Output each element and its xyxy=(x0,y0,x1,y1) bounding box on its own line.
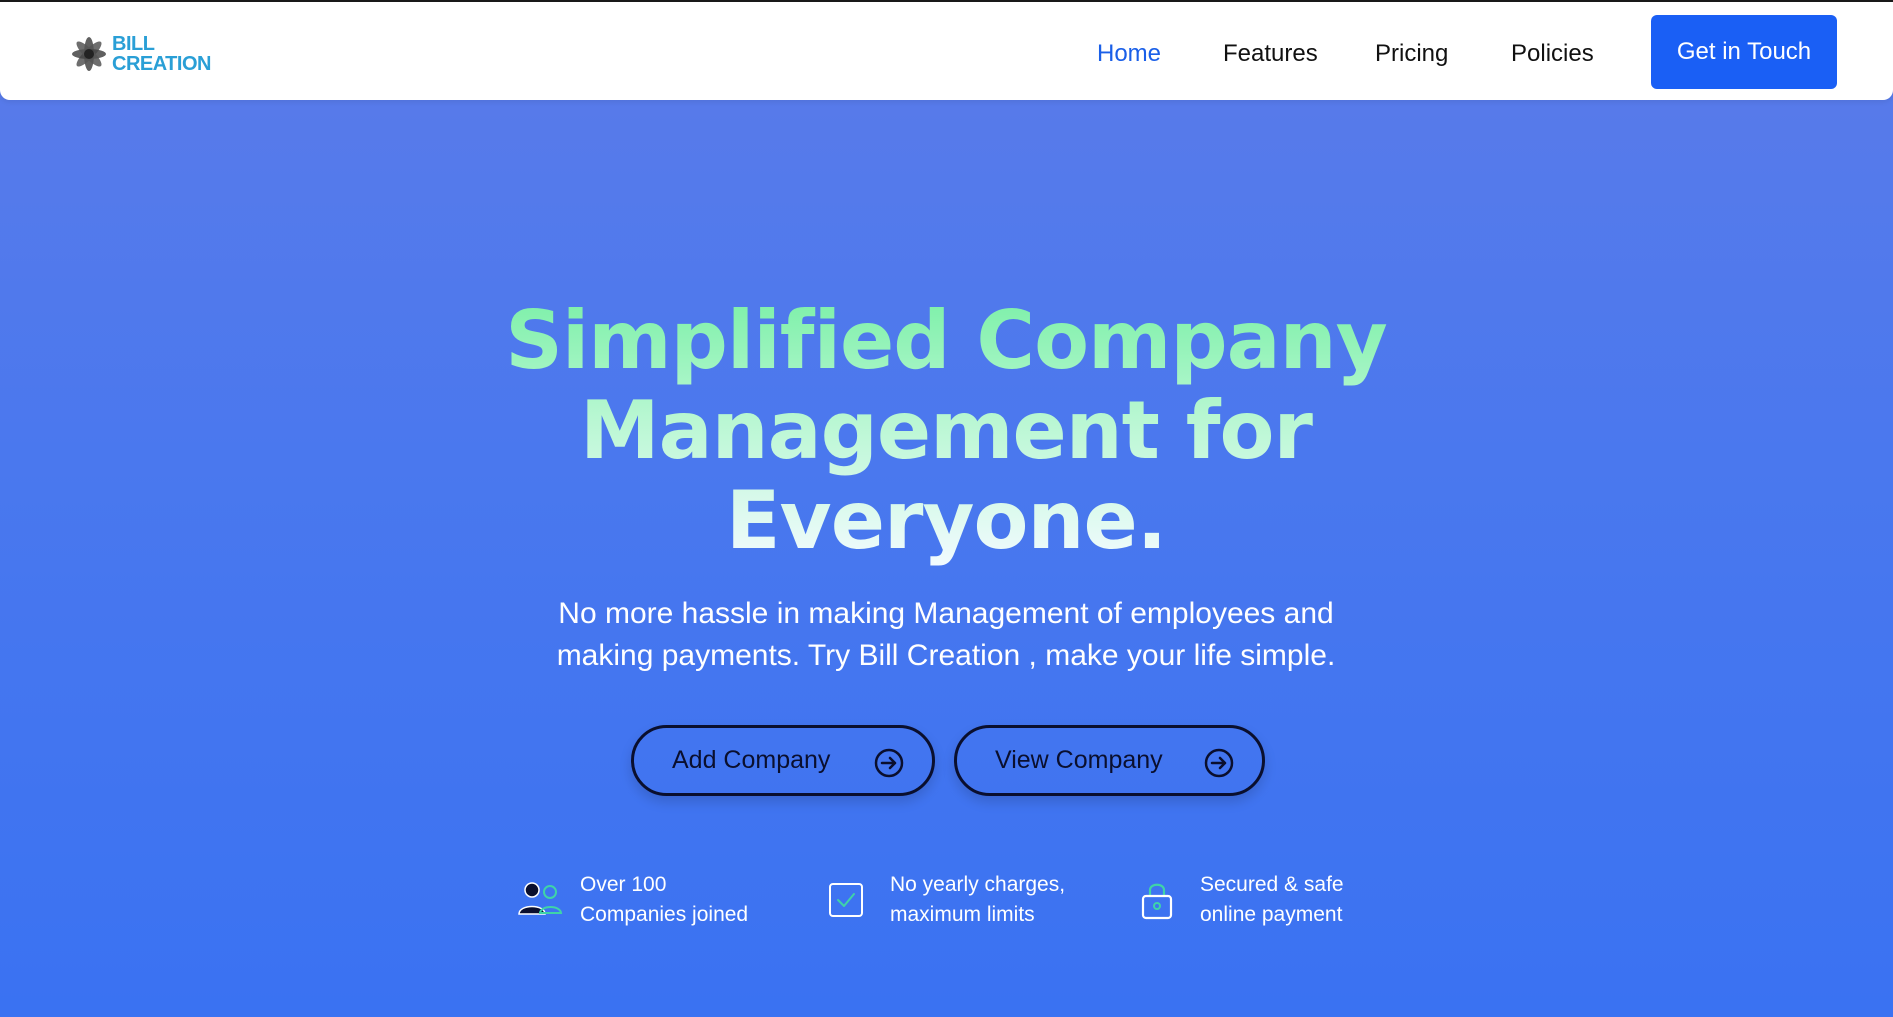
navbar: BILL CREATION Home Features Pricing Poli… xyxy=(0,2,1893,100)
lock-icon xyxy=(1141,883,1173,920)
feature-charges-text: No yearly charges, maximum limits xyxy=(890,870,1065,930)
hero-subtitle: No more hassle in making Management of e… xyxy=(546,593,1346,677)
users-icon xyxy=(518,882,563,915)
nav-pricing[interactable]: Pricing xyxy=(1375,40,1448,68)
add-company-label: Add Company xyxy=(672,746,831,774)
view-company-button[interactable]: View Company xyxy=(954,725,1265,796)
nav-policies[interactable]: Policies xyxy=(1511,40,1594,68)
flower-icon xyxy=(72,37,106,71)
feature-companies-line1: Over 100 xyxy=(580,873,667,896)
hero-title: Simplified Company Management for Everyo… xyxy=(446,296,1446,566)
brand-line2: CREATION xyxy=(112,53,211,75)
feature-charges-line1: No yearly charges, xyxy=(890,873,1066,896)
feature-secure-line1: Secured & safe xyxy=(1200,873,1344,896)
hero-title-line3: Everyone. xyxy=(725,474,1167,567)
feature-companies: Over 100 Companies joined xyxy=(516,870,748,930)
brand-logo[interactable]: BILL CREATION xyxy=(68,32,238,76)
hero-subtitle-line2: making payments. Try Bill Creation , mak… xyxy=(556,639,1336,672)
feature-secure: Secured & safe online payment xyxy=(1136,870,1344,930)
checkbox-icon xyxy=(829,883,863,917)
arrow-right-circle-icon xyxy=(1204,748,1234,778)
hero-title-line2: Management for xyxy=(580,384,1312,477)
get-in-touch-button[interactable]: Get in Touch xyxy=(1651,15,1837,89)
hero-title-line1: Simplified Company xyxy=(505,294,1387,387)
view-company-label: View Company xyxy=(995,746,1163,774)
nav-features[interactable]: Features xyxy=(1223,40,1318,68)
arrow-right-circle-icon xyxy=(874,748,904,778)
feature-secure-line2: online payment xyxy=(1200,903,1343,926)
feature-companies-line2: Companies joined xyxy=(580,903,749,926)
add-company-button[interactable]: Add Company xyxy=(631,725,935,796)
nav-home[interactable]: Home xyxy=(1097,40,1161,68)
feature-charges: No yearly charges, maximum limits xyxy=(826,870,1065,930)
feature-companies-text: Over 100 Companies joined xyxy=(580,870,748,930)
hero-subtitle-line1: No more hassle in making Management of e… xyxy=(558,597,1334,630)
feature-secure-text: Secured & safe online payment xyxy=(1200,870,1344,930)
brand-name: BILL CREATION xyxy=(112,34,211,74)
brand-line1: BILL xyxy=(112,33,155,55)
feature-charges-line2: maximum limits xyxy=(890,903,1035,926)
